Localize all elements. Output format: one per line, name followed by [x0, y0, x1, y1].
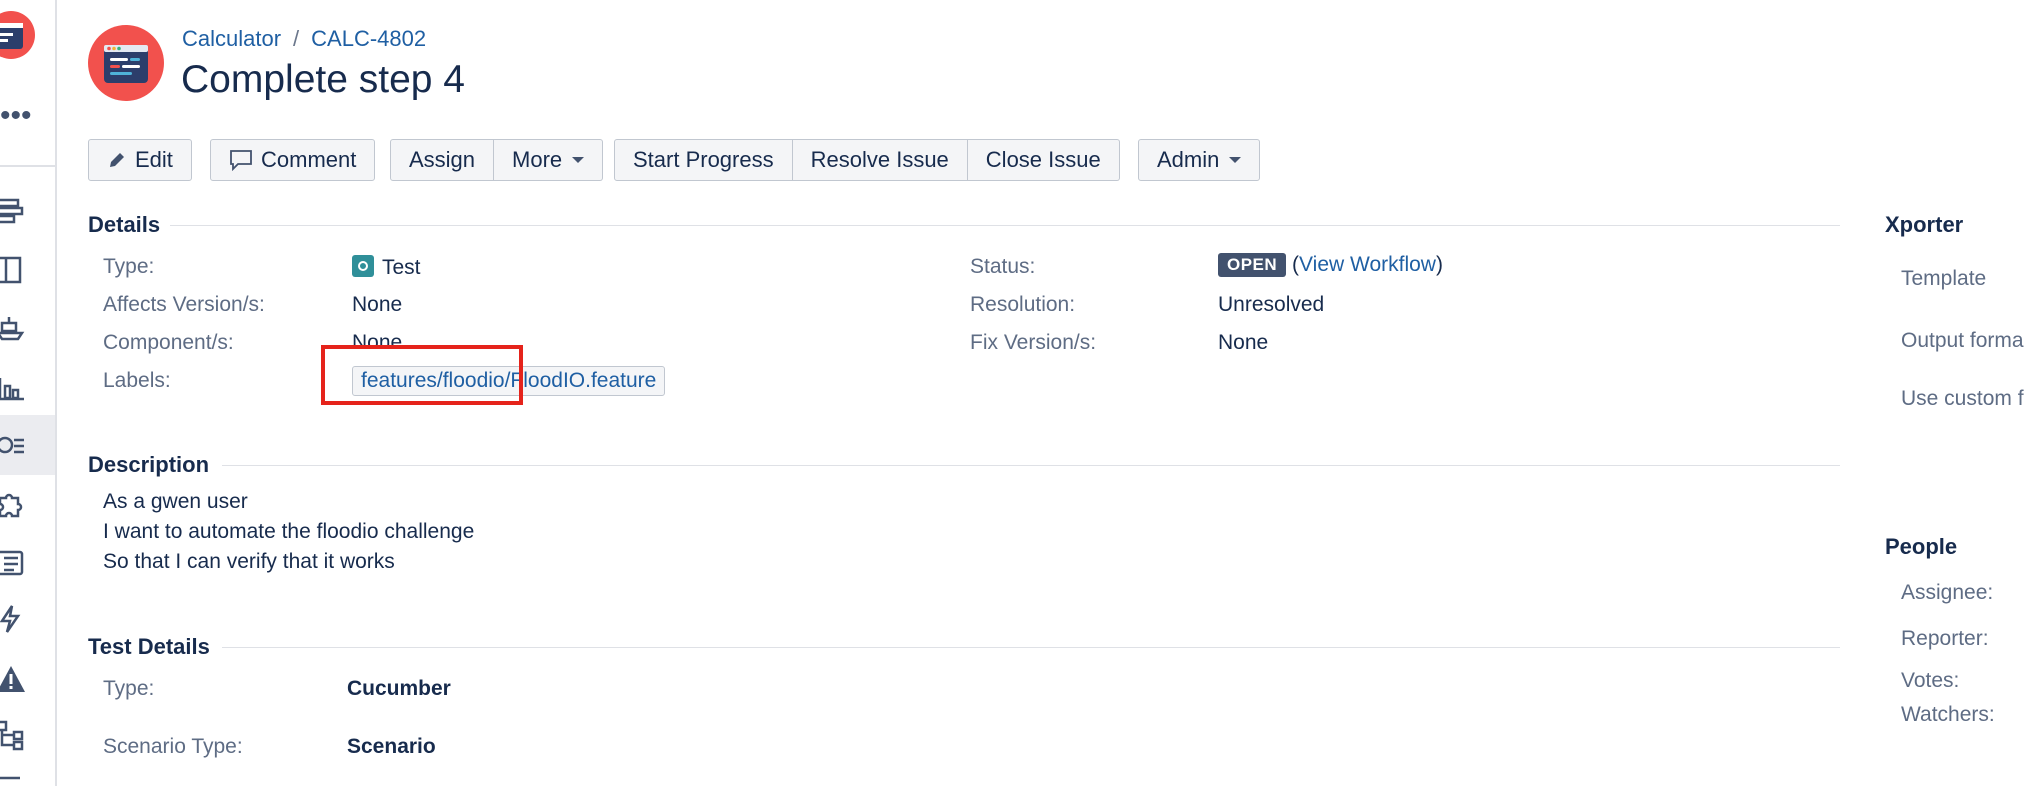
- component-label: Component/s:: [103, 331, 234, 354]
- status-value: OPEN (View Workflow): [1218, 253, 1443, 277]
- breadcrumb-issue-key-link[interactable]: CALC-4802: [311, 26, 426, 51]
- assignee-label: Assignee:: [1901, 581, 1994, 604]
- test-type-label: Type:: [103, 677, 155, 700]
- highlight-annotation-box: [321, 345, 523, 405]
- affects-version-value: None: [352, 293, 403, 316]
- start-progress-label: Start Progress: [633, 147, 774, 172]
- breadcrumb-project-link[interactable]: Calculator: [182, 26, 281, 51]
- details-rule: [170, 225, 1840, 226]
- xporter-use-custom-label: Use custom f: [1901, 387, 2024, 410]
- test-type-value: Cucumber: [347, 677, 451, 700]
- reports-icon[interactable]: [0, 370, 28, 404]
- warning-icon[interactable]: [0, 662, 28, 696]
- description-line: I want to automate the floodio challenge: [103, 520, 475, 543]
- admin-button-label: Admin: [1157, 147, 1220, 172]
- chevron-down-icon: [572, 157, 585, 163]
- assign-more-group: Assign More: [390, 139, 604, 183]
- app-logo-icon[interactable]: [0, 10, 36, 60]
- more-button[interactable]: More: [494, 139, 604, 181]
- test-type-icon: [352, 255, 374, 277]
- resolve-issue-label: Resolve Issue: [810, 147, 949, 172]
- type-value: Test: [352, 255, 421, 280]
- pencil-icon: [110, 153, 124, 167]
- admin-button[interactable]: Admin: [1138, 139, 1261, 181]
- more-icon[interactable]: •••: [0, 101, 32, 131]
- left-sidebar: •••: [0, 0, 57, 786]
- test-details-heading[interactable]: Test Details: [88, 634, 210, 660]
- edit-button[interactable]: Edit: [88, 139, 192, 181]
- edit-button-label: Edit: [135, 147, 173, 172]
- project-avatar[interactable]: [88, 25, 164, 101]
- resolution-value: Unresolved: [1218, 293, 1325, 316]
- breadcrumb: Calculator / CALC-4802: [182, 26, 426, 52]
- sidebar-divider: [0, 165, 55, 167]
- resolve-issue-button[interactable]: Resolve Issue: [792, 139, 968, 181]
- labels-label: Labels:: [103, 369, 171, 392]
- reporter-label: Reporter:: [1901, 627, 1989, 650]
- fix-version-label: Fix Version/s:: [970, 331, 1097, 354]
- xporter-heading[interactable]: Xporter: [1885, 212, 1963, 238]
- test-list-icon[interactable]: [0, 546, 28, 580]
- close-issue-label: Close Issue: [985, 147, 1101, 172]
- affects-version-label: Affects Version/s:: [103, 293, 265, 316]
- comment-button[interactable]: Comment: [210, 139, 376, 181]
- workflow-group: Start Progress Resolve Issue Close Issue: [614, 139, 1120, 183]
- board-icon[interactable]: [0, 253, 28, 287]
- details-heading[interactable]: Details: [88, 212, 160, 238]
- paren-open: (: [1292, 253, 1300, 276]
- watchers-label: Watchers:: [1901, 703, 1995, 726]
- chevron-down-icon: [1229, 157, 1242, 163]
- backlog-icon[interactable]: [0, 194, 28, 228]
- test-details-rule: [222, 647, 1840, 648]
- scenario-type-value: Scenario: [347, 735, 436, 758]
- fix-version-value: None: [1218, 331, 1269, 354]
- description-line: As a gwen user: [103, 490, 248, 513]
- view-workflow-link[interactable]: View Workflow: [1299, 253, 1436, 276]
- description-line: So that I can verify that it works: [103, 550, 395, 573]
- hierarchy-icon[interactable]: [0, 718, 28, 752]
- comment-icon: [230, 150, 252, 171]
- resolution-label: Resolution:: [970, 293, 1076, 316]
- page-title: Complete step 4: [181, 58, 465, 101]
- xporter-output-format-label: Output forma: [1901, 329, 2024, 352]
- more-button-label: More: [512, 147, 563, 172]
- type-label: Type:: [103, 255, 155, 278]
- comment-group: Comment: [210, 139, 376, 183]
- start-progress-button[interactable]: Start Progress: [614, 139, 793, 181]
- close-issue-button[interactable]: Close Issue: [967, 139, 1120, 181]
- breadcrumb-separator: /: [293, 26, 300, 51]
- edit-group: Edit: [88, 139, 192, 183]
- comment-button-label: Comment: [261, 147, 357, 172]
- issues-search-icon[interactable]: [0, 429, 28, 463]
- status-badge: OPEN: [1218, 253, 1287, 277]
- description-heading[interactable]: Description: [88, 452, 209, 478]
- admin-group: Admin: [1138, 139, 1261, 183]
- xporter-template-label: Template: [1901, 267, 1987, 290]
- assign-button-label: Assign: [409, 147, 476, 172]
- lightning-icon[interactable]: [0, 602, 28, 636]
- votes-label: Votes:: [1901, 669, 1960, 692]
- paren-close: ): [1435, 253, 1443, 276]
- people-heading[interactable]: People: [1885, 534, 1957, 560]
- scenario-type-label: Scenario Type:: [103, 735, 243, 758]
- type-value-text: Test: [382, 256, 421, 279]
- add-ons-icon[interactable]: [0, 488, 28, 522]
- assign-button[interactable]: Assign: [390, 139, 495, 181]
- more-menu-icon[interactable]: [0, 772, 28, 806]
- status-label: Status:: [970, 255, 1036, 278]
- releases-icon[interactable]: [0, 311, 28, 345]
- description-rule: [222, 465, 1840, 466]
